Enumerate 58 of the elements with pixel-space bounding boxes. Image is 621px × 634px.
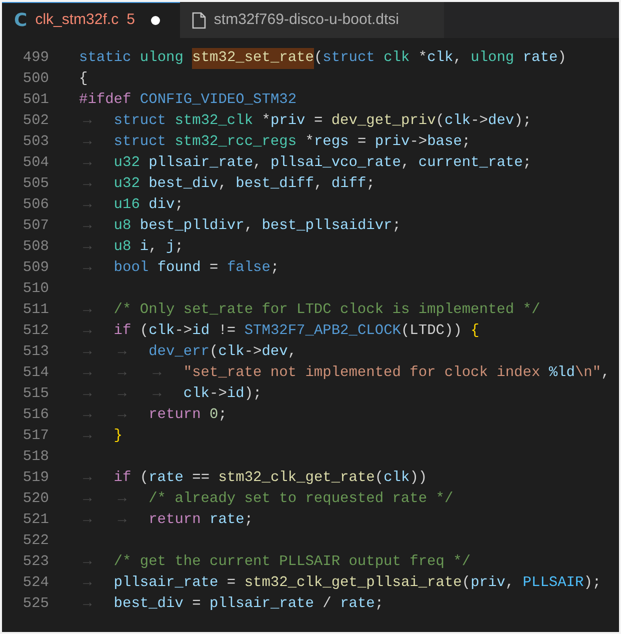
code-line: → → → clk->id); [82, 385, 262, 404]
line-number: 519 [22, 469, 49, 488]
code-line: → → return rate; [82, 511, 254, 530]
line-number: 501 [22, 91, 49, 110]
line-number: 520 [22, 490, 49, 509]
line-number: 512 [22, 322, 49, 341]
code-line: → → dev_err(clk->dev, [82, 343, 297, 362]
line-number: 518 [22, 448, 49, 467]
code-line: → u8 i, j; [82, 238, 184, 257]
line-number: 522 [22, 532, 49, 551]
tab-label: stm32f769-disco-u-boot.dtsi [214, 10, 400, 30]
code-line: → struct stm32_clk *priv = dev_get_priv(clk->dev); [82, 112, 532, 131]
line-number: 511 [22, 301, 49, 320]
line-number: 524 [22, 574, 49, 593]
line-number: 517 [22, 427, 49, 446]
line-number: 514 [22, 364, 49, 383]
code-line: → pllsair_rate = stm32_clk_get_pllsai_rate(priv, PLLSAIR); [82, 574, 602, 593]
code-line: → → /* already set to requested rate */ [82, 490, 454, 509]
problem-count: 5 [126, 10, 135, 30]
line-number: 500 [22, 70, 49, 89]
code-line: #ifdef CONFIG_VIDEO_STM32 [79, 91, 297, 110]
line-number: 521 [22, 511, 49, 530]
line-number: 525 [22, 595, 49, 614]
file-icon [192, 12, 206, 28]
line-number: 510 [22, 280, 49, 299]
line-number: 523 [22, 553, 49, 572]
line-number: 504 [22, 154, 49, 173]
code-line: → u32 pllsair_rate, pllsai_vco_rate, current_rate; [82, 154, 532, 173]
line-number: 507 [22, 217, 49, 236]
line-number: 515 [22, 385, 49, 404]
line-number: 505 [22, 175, 49, 194]
code-line: → if (clk->id != STM32F7_APB2_CLOCK(LTDC)) { [82, 322, 480, 341]
editor-tab[interactable]: C clk_stm32f.c 5 [2, 2, 180, 38]
line-number: 516 [22, 406, 49, 425]
code-line: → best_div = pllsair_rate / rate; [82, 595, 384, 614]
code-line: { [79, 70, 88, 89]
line-number: 508 [22, 238, 49, 257]
line-number: 502 [22, 112, 49, 131]
editor-tab[interactable]: stm32f769-disco-u-boot.dtsi [180, 2, 444, 38]
line-number: 503 [22, 133, 49, 152]
code-line: → u16 div; [82, 196, 184, 215]
code-line: → bool found = false; [82, 259, 280, 278]
code-line: → /* Only set_rate for LTDC clock is implemented */ [82, 301, 540, 320]
code-line: → u32 best_div, best_diff, diff; [82, 175, 375, 194]
language-icon: C [14, 12, 28, 30]
line-number: 509 [22, 259, 49, 278]
code-line: → } [82, 427, 122, 446]
code-line: → struct stm32_rcc_regs *regs = priv->base; [82, 133, 471, 152]
code-line: → u8 best_plldivr, best_pllsaidivr; [82, 217, 401, 236]
line-number: 513 [22, 343, 49, 362]
tab-label: clk_stm32f.c [35, 10, 119, 30]
code-line: static ulong stm32_set_rate(struct clk *clk, ulong rate) [79, 48, 566, 69]
code-line: → → return 0; [82, 406, 227, 425]
code-line: → → → "set_rate not implemented for clock index %ld\n", [82, 364, 610, 383]
code-line: → /* get the current PLLSAIR output freq */ [82, 553, 471, 572]
line-number: 506 [22, 196, 49, 215]
line-number: 499 [22, 49, 49, 68]
code-line: → if (rate == stm32_clk_get_rate(clk)) [82, 469, 428, 488]
